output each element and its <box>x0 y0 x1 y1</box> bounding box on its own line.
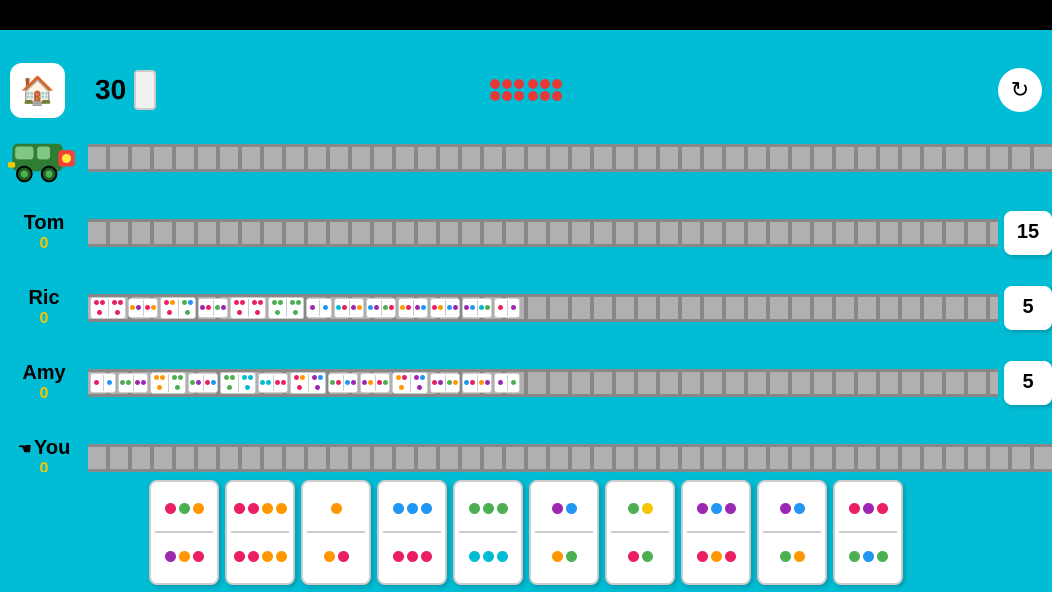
player-label-tom: Tom 0 <box>0 212 88 253</box>
hand-tile-3[interactable] <box>377 480 447 585</box>
hand-tile-0[interactable] <box>149 480 219 585</box>
player-name-you: You <box>34 437 70 460</box>
hand-tile-5[interactable] <box>529 480 599 585</box>
player-score-ric: 0 <box>0 310 88 328</box>
amy-track <box>88 350 998 415</box>
top-bar <box>0 0 1052 30</box>
hand-area <box>0 472 1052 592</box>
player-name-tom: Tom <box>0 212 88 235</box>
hand-tile-7[interactable] <box>681 480 751 585</box>
player-score-tom: 0 <box>0 235 88 253</box>
tom-track <box>88 200 998 265</box>
home-button[interactable]: 🏠 <box>10 63 65 118</box>
player-row-ric: Ric 0 5 <box>0 270 1052 345</box>
refresh-button[interactable]: ↻ <box>998 68 1042 112</box>
player-name-ric: Ric <box>0 287 88 310</box>
player-name-amy: Amy <box>0 362 88 385</box>
ric-badge: 5 <box>1004 286 1052 330</box>
hand-tile-2[interactable] <box>301 480 371 585</box>
hand-tile-6[interactable] <box>605 480 675 585</box>
center-dots <box>490 79 562 101</box>
score-tile <box>134 70 156 110</box>
players-area: Tom 0 15 Ric 0 5 Amy <box>0 120 1052 500</box>
player-label-amy: Amy 0 <box>0 362 88 403</box>
hand-tile-9[interactable] <box>833 480 903 585</box>
hand-tile-1[interactable] <box>225 480 295 585</box>
player-row-amy: Amy 0 5 <box>0 345 1052 420</box>
train-row <box>0 120 1052 195</box>
hand-tile-8[interactable] <box>757 480 827 585</box>
score-area: 30 <box>95 70 156 110</box>
train-icon <box>0 125 88 190</box>
player-label-ric: Ric 0 <box>0 287 88 328</box>
player-score-amy: 0 <box>0 385 88 403</box>
ric-track <box>88 275 998 340</box>
hand-tile-4[interactable] <box>453 480 523 585</box>
player-row-tom: Tom 0 15 <box>0 195 1052 270</box>
score-number: 30 <box>95 74 126 106</box>
game-area: 🏠 30 ↻ <box>0 30 1052 592</box>
train-track <box>88 125 1052 190</box>
amy-badge: 5 <box>1004 361 1052 405</box>
you-arrow-icon: ☚ <box>18 439 32 459</box>
tom-badge: 15 <box>1004 211 1052 255</box>
header: 🏠 30 ↻ <box>0 60 1052 120</box>
